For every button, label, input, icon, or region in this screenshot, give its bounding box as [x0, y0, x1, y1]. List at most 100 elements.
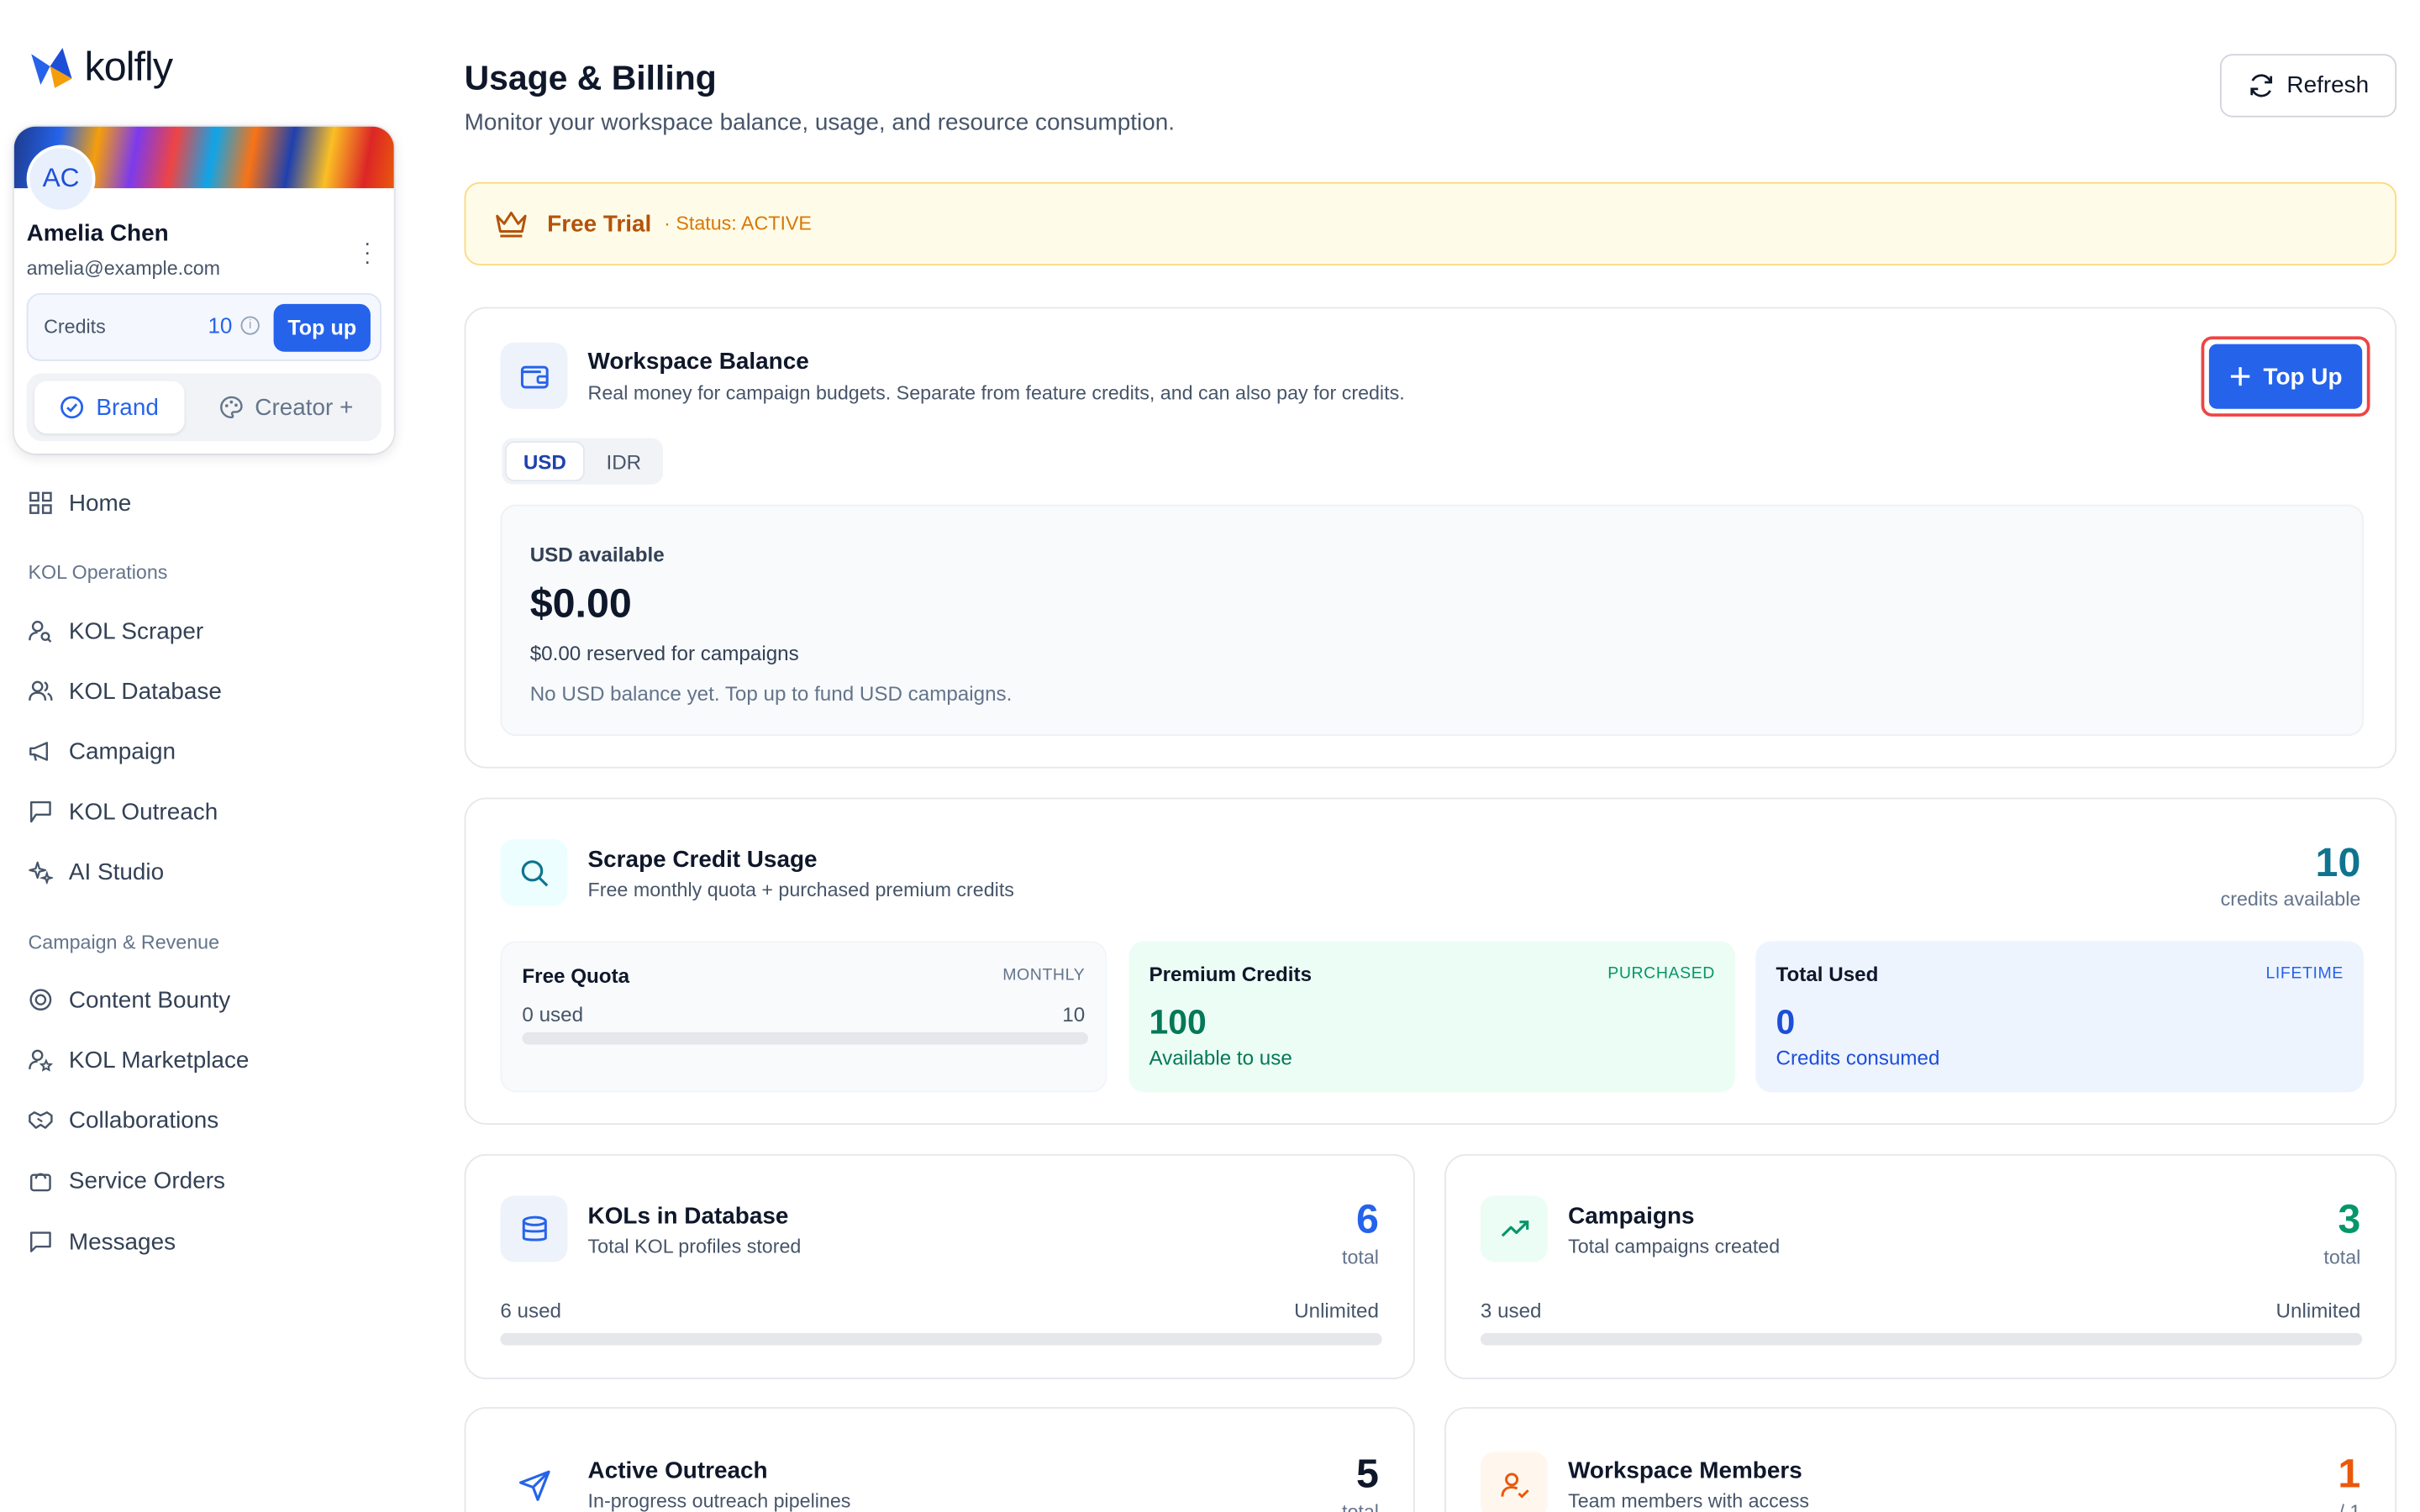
- sidebar: kolfly AC Amelia Chen amelia@example.com…: [0, 0, 410, 1512]
- scrape-title: Scrape Credit Usage: [587, 847, 818, 874]
- credits-label: Credits: [44, 316, 106, 339]
- logo-text: kolfly: [84, 43, 173, 90]
- sidebar-item-content-bounty[interactable]: Content Bounty: [28, 983, 230, 1016]
- members-unit: / 1: [2338, 1501, 2361, 1512]
- available-label: USD available: [529, 543, 665, 567]
- topup-label: Top Up: [2263, 363, 2343, 390]
- kols-value: 6: [1356, 1195, 1379, 1242]
- refresh-button[interactable]: Refresh: [2219, 54, 2397, 118]
- avatar[interactable]: AC: [26, 144, 96, 213]
- free-quota-title: Free Quota: [522, 963, 630, 988]
- sidebar-item-kol-outreach[interactable]: KOL Outreach: [28, 795, 218, 828]
- plus-icon: [2230, 367, 2249, 386]
- reserved-text: $0.00 reserved for campaigns: [529, 642, 799, 665]
- sidebar-item-collaborations[interactable]: Collaborations: [28, 1103, 218, 1137]
- nav-section-revenue: Campaign & Revenue: [28, 932, 220, 954]
- members-subtitle: Team members with access: [1568, 1490, 1810, 1512]
- tab-usd[interactable]: USD: [504, 441, 585, 482]
- credits-value: 10: [208, 312, 233, 339]
- premium-title: Premium Credits: [1149, 963, 1313, 986]
- message-square-icon: [30, 1231, 51, 1252]
- tab-idr[interactable]: IDR: [589, 441, 658, 481]
- profile-email: amelia@example.com: [26, 257, 221, 280]
- premium-tag: PURCHASED: [1607, 963, 1715, 983]
- kols-limit: Unlimited: [1294, 1299, 1379, 1323]
- send-icon: [500, 1452, 568, 1512]
- shopping-bag-icon: [30, 1173, 51, 1192]
- mode-creator-button[interactable]: Creator +: [198, 381, 373, 433]
- sidebar-item-kol-scraper[interactable]: KOL Scraper: [28, 614, 203, 648]
- scrape-subtitle: Free monthly quota + purchased premium c…: [587, 879, 1014, 901]
- balance-title: Workspace Balance: [587, 349, 809, 375]
- kols-progress: [500, 1332, 1382, 1346]
- campaigns-unit: total: [2323, 1247, 2361, 1268]
- sidebar-item-label: KOL Database: [68, 678, 222, 705]
- users-icon: [29, 680, 53, 701]
- scrape-credit-card: Scrape Credit Usage Free monthly quota +…: [464, 797, 2397, 1125]
- message-flag-icon: [30, 801, 51, 823]
- profile-card: AC Amelia Chen amelia@example.com · · · Cr…: [13, 126, 394, 454]
- campaigns-title: Campaigns: [1568, 1203, 1695, 1230]
- sparkles-icon: [29, 861, 54, 885]
- app-root: kolfly AC Amelia Chen amelia@example.com…: [0, 0, 2420, 1512]
- outreach-unit: total: [1341, 1501, 1379, 1512]
- campaigns-value: 3: [2338, 1195, 2361, 1242]
- sidebar-item-home[interactable]: Home: [28, 486, 131, 520]
- currency-toggle: USD IDR: [502, 438, 663, 485]
- check-circle-icon: [60, 396, 84, 419]
- logo[interactable]: kolfly: [28, 43, 173, 91]
- total-used-tag: LIFETIME: [2265, 963, 2344, 983]
- kols-title: KOLs in Database: [587, 1203, 789, 1230]
- grid-icon: [29, 491, 52, 514]
- free-quota-progress: [522, 1032, 1088, 1045]
- handshake-icon: [29, 1111, 53, 1129]
- balance-note: No USD balance yet. Top up to fund USD c…: [529, 681, 1013, 706]
- sidebar-item-kol-marketplace[interactable]: KOL Marketplace: [28, 1043, 249, 1077]
- more-options-icon[interactable]: · · ·: [363, 232, 372, 272]
- mode-brand-button[interactable]: Brand: [34, 381, 185, 434]
- sidebar-item-label: Service Orders: [68, 1167, 225, 1194]
- sidebar-item-service-orders[interactable]: Service Orders: [28, 1163, 225, 1197]
- sidebar-item-label: Content Bounty: [68, 986, 231, 1013]
- info-icon[interactable]: i: [240, 316, 260, 335]
- sidebar-item-messages[interactable]: Messages: [28, 1225, 176, 1258]
- campaigns-used: 3 used: [1480, 1299, 1542, 1323]
- free-quota-used: 0 used: [522, 1002, 584, 1026]
- user-check-icon: [1480, 1452, 1548, 1512]
- balance-subtitle: Real money for campaign budgets. Separat…: [587, 382, 1405, 405]
- workspace-members-card: Workspace Members Team members with acce…: [1444, 1407, 2397, 1512]
- page-subtitle: Monitor your workspace balance, usage, a…: [464, 109, 1176, 136]
- kols-used: 6 used: [500, 1299, 562, 1323]
- sidebar-item-kol-database[interactable]: KOL Database: [28, 675, 222, 708]
- sidebar-item-label: Collaborations: [68, 1106, 219, 1134]
- mode-toggle: Brand Creator +: [26, 373, 381, 442]
- trial-status: · Status: ACTIVE: [664, 213, 812, 235]
- campaigns-subtitle: Total campaigns created: [1568, 1236, 1781, 1257]
- sidebar-item-label: KOL Outreach: [68, 798, 218, 825]
- mode-creator-label: Creator +: [255, 394, 354, 421]
- total-used-box: Total Used LIFETIME 0 Credits consumed: [1755, 941, 2365, 1093]
- search-icon: [500, 839, 568, 906]
- campaigns-limit: Unlimited: [2275, 1299, 2361, 1323]
- refresh-icon: [2249, 74, 2272, 97]
- campaigns-card: Campaigns Total campaigns created 3 tota…: [1444, 1153, 2397, 1380]
- sidebar-topup-button[interactable]: Top up: [273, 303, 371, 352]
- palette-icon: [220, 396, 243, 419]
- crown-icon: [496, 211, 527, 238]
- wallet-icon: [500, 342, 568, 409]
- sidebar-item-campaign[interactable]: Campaign: [28, 734, 176, 768]
- sidebar-item-label: AI Studio: [68, 858, 165, 885]
- kols-unit: total: [1341, 1247, 1379, 1268]
- balance-amount: $0.00: [529, 580, 632, 627]
- workspace-balance-card: Workspace Balance Real money for campaig…: [464, 307, 2397, 769]
- total-used-foot: Credits consumed: [1776, 1046, 1940, 1069]
- sidebar-item-label: KOL Marketplace: [68, 1047, 250, 1074]
- target-icon: [29, 989, 52, 1011]
- credits-box: Credits 10 i Top up: [26, 292, 381, 361]
- topup-button-highlight: Top Up: [2201, 336, 2370, 417]
- topup-button[interactable]: Top Up: [2208, 344, 2363, 409]
- sidebar-item-ai-studio[interactable]: AI Studio: [28, 855, 164, 889]
- kols-database-card: KOLs in Database Total KOL profiles stor…: [464, 1153, 1415, 1380]
- active-outreach-card: Active Outreach In-progress outreach pip…: [464, 1407, 1415, 1512]
- members-title: Workspace Members: [1568, 1457, 1802, 1484]
